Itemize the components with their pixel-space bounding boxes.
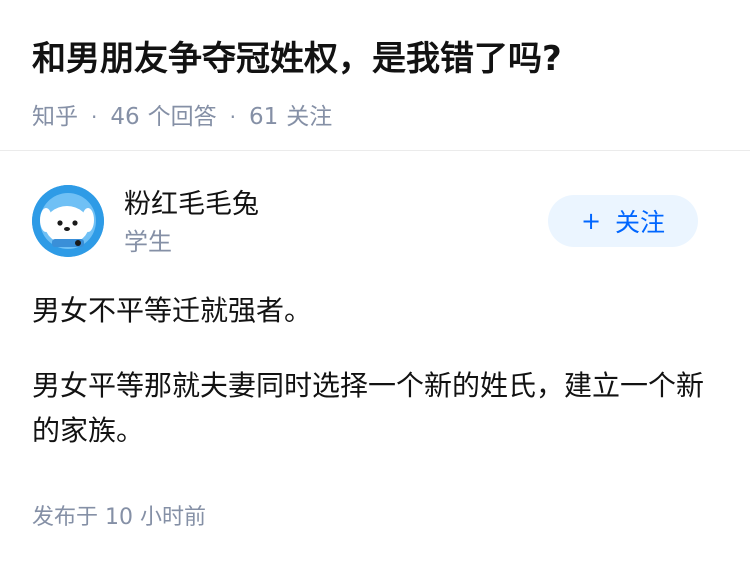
author-bio: 学生 [124, 228, 172, 256]
answer-count-label: 个回答 [147, 104, 217, 130]
follow-label: 关注 [615, 208, 666, 237]
question-meta: 知乎 · 46 个回答 · 61 关注 [32, 102, 718, 132]
follower-count-label: 关注 [286, 104, 333, 130]
question-title[interactable]: 和男朋友争夺冠姓权，是我错了吗? [32, 30, 718, 88]
source-label[interactable]: 知乎 [32, 102, 78, 132]
follow-button[interactable]: + 关注 [548, 195, 698, 247]
answer-content: 男女不平等迁就强者。 男女平等那就夫妻同时选择一个新的姓氏，建立一个新的家族。 [32, 288, 712, 453]
answer-count: 46 [110, 104, 140, 130]
timestamp-value: 10 小时前 [105, 505, 207, 530]
divider [0, 150, 750, 151]
separator-dot: · [91, 105, 98, 129]
answer-paragraph: 男女平等那就夫妻同时选择一个新的姓氏，建立一个新的家族。 [32, 369, 705, 447]
separator-dot: · [229, 105, 236, 129]
author-name[interactable]: 粉红毛毛兔 [124, 188, 259, 222]
follower-count: 61 [249, 104, 279, 130]
plus-icon: + [580, 207, 602, 235]
author-info: 粉红毛毛兔 学生 + 关注 [32, 185, 698, 260]
avatar-cartoon-icon [32, 185, 104, 257]
answer-paragraph: 男女不平等迁就强者。 [32, 294, 313, 327]
answer-page: 和男朋友争夺冠姓权，是我错了吗? 知乎 · 46 个回答 · 61 关注 粉红毛… [0, 0, 750, 570]
answer-timestamp: 发布于 10 小时前 [32, 503, 206, 533]
avatar[interactable] [32, 185, 104, 257]
question-header: 和男朋友争夺冠姓权，是我错了吗? 知乎 · 46 个回答 · 61 关注 [32, 30, 718, 132]
timestamp-prefix: 发布于 [32, 505, 99, 530]
